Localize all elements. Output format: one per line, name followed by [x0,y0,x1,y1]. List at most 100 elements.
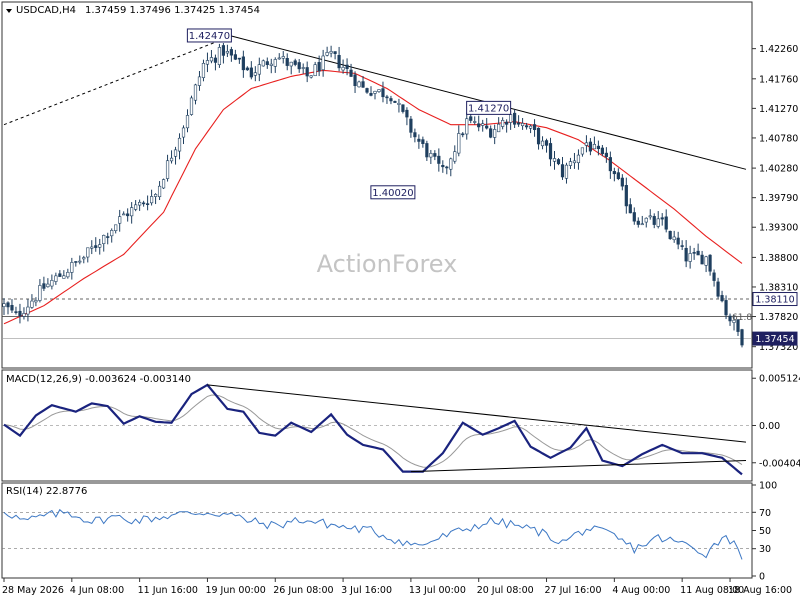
candle-body [293,60,297,65]
candle-body [624,185,628,207]
candle-body [433,153,437,157]
candle-body [70,262,74,273]
rsi-tick-label: 0 [759,572,765,583]
candle-body [126,213,130,217]
candle-body [98,244,102,248]
candle-body [193,84,198,101]
candle-body [345,64,349,69]
candle-body [197,76,202,86]
candle-body [489,128,493,138]
candle-body [513,112,517,125]
x-tick-label: 19 Jun 00:00 [205,585,265,596]
price-tick-label: 1.38800 [759,253,798,264]
candle-body [233,54,237,60]
candle-body [608,157,612,172]
x-tick-label: 18 Aug 16:00 [728,585,792,596]
candle-body [437,155,441,164]
price-annotation-0: 1.42470 [186,28,232,43]
candle-body [173,149,178,157]
fibonacci-label: 61.8 [732,313,752,323]
candle-body [528,125,533,129]
candle-body [588,141,593,152]
candle-body [217,47,222,65]
candle-body [584,142,589,146]
candle-body [146,203,150,205]
current-price-label: 1.37454 [755,334,794,345]
candle-body [114,224,118,231]
candle-body [122,213,126,216]
candle-body [724,300,728,316]
price-tick-label: 1.37820 [759,312,798,323]
x-tick-label: 28 May 2026 [2,585,64,596]
candle-body [596,145,600,150]
candle-body [241,56,245,71]
candle-body [640,223,644,226]
candle-body [82,257,86,260]
rsi-label: RSI(14) 22.8776 [6,486,87,497]
annotation-label: 1.41270 [468,103,509,114]
candle-body [189,97,194,115]
candle-body [22,313,26,317]
candle-body [66,272,70,278]
price-tick-label: 1.40780 [759,133,798,144]
x-tick-label: 3 Jul 16:00 [341,585,392,596]
candle-body [684,247,688,262]
candle-body [102,235,106,244]
candle-body [301,67,305,69]
candle-body [389,98,393,102]
usdcad-chart: ActionForex USDCAD,H4 1.37459 1.37496 1.… [0,0,800,600]
candle-body [201,63,206,78]
price-tick-label: 1.42260 [759,44,798,55]
candle-body [409,118,413,133]
symbol-title: USDCAD,H4 [16,5,76,16]
candle-body [341,67,345,71]
candle [261,59,265,67]
candle-body [560,164,565,178]
candle-body [656,218,660,227]
candle-body [106,236,110,238]
candle-body [509,114,513,123]
candle-body [716,281,720,297]
ohlc-readout: 1.37459 1.37496 1.37425 1.37454 [85,5,260,16]
candle-body [30,300,34,308]
candle-body [660,217,664,220]
candle-body [628,204,632,214]
candle-body [616,172,620,180]
candle [357,80,361,88]
candle-body [289,61,293,67]
candle-body [261,60,265,67]
candle-body [365,88,369,93]
candle-body [54,275,58,282]
candle-body [257,64,261,75]
candle-body [540,140,545,147]
candle-body [78,260,82,263]
candle-body [680,245,684,247]
price-annotation-1: 1.41270 [466,100,512,115]
candle-body [652,216,656,225]
candle-body [357,81,361,88]
chart-background [0,0,800,600]
x-tick-label: 13 Jul 00:00 [409,585,466,596]
x-tick-label: 11 Jun 16:00 [138,585,198,596]
candle-body [520,123,525,127]
candle-body [481,123,485,126]
candle-body [385,96,389,99]
candle-body [277,57,281,60]
candle [740,328,744,348]
candle-body [524,125,529,128]
candle-body [536,127,541,145]
candle-body [181,127,186,138]
candle-body [417,138,421,142]
candle-body [668,230,672,240]
candle-body [10,305,14,311]
candle-body [161,179,166,189]
candle-body [18,310,22,317]
candle-body [2,303,6,307]
price-tick-label: 1.39300 [759,223,798,234]
candle-body [309,75,313,78]
candle-body [548,143,553,160]
candle-body [297,62,301,70]
candle-body [720,295,724,302]
candle-body [130,207,134,217]
candle [668,230,672,240]
